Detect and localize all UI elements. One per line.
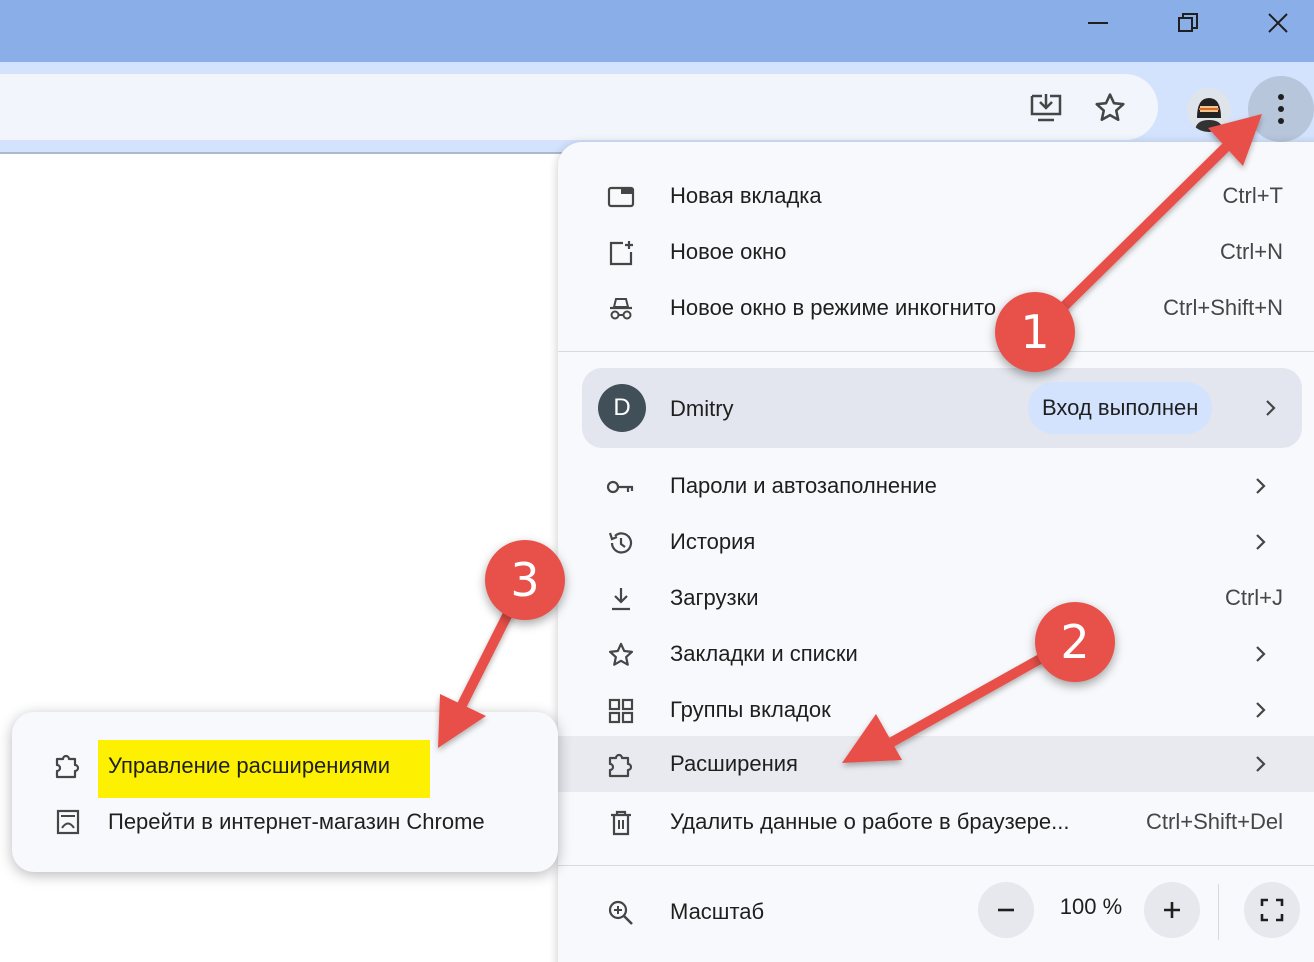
- history-icon: [606, 528, 636, 558]
- menu-item-label: Загрузки: [670, 585, 759, 610]
- extensions-submenu: Управление расширениями Перейти в интерн…: [12, 712, 558, 872]
- menu-item-new-window[interactable]: Новое окно Ctrl+N: [558, 224, 1314, 280]
- signed-in-badge: Вход выполнен: [1028, 382, 1213, 434]
- menu-item-shortcut: Ctrl+T: [1222, 183, 1284, 208]
- incognito-icon: [606, 294, 636, 324]
- address-bar[interactable]: [0, 74, 1158, 140]
- menu-item-label: Новое окно: [670, 239, 787, 264]
- plus-icon: [1164, 902, 1180, 918]
- submenu-item-web-store[interactable]: Перейти в интернет-магазин Chrome: [12, 794, 558, 850]
- bookmark-star-button[interactable]: [1088, 88, 1132, 128]
- web-store-icon: [52, 806, 84, 838]
- zoom-in-button[interactable]: [1144, 882, 1200, 938]
- profile-avatar-button[interactable]: [1187, 88, 1231, 132]
- chrome-main-menu: Новая вкладка Ctrl+T Новое окно Ctrl+N Н…: [558, 142, 1314, 962]
- star-icon: [606, 640, 636, 670]
- callout-badge: 3: [485, 540, 565, 620]
- fullscreen-icon: [1260, 898, 1284, 922]
- zoom-level-value: 100 %: [1059, 894, 1123, 919]
- menu-item-incognito[interactable]: Новое окно в режиме инкогнито Ctrl+Shift…: [558, 280, 1314, 336]
- menu-item-label: Закладки и списки: [670, 641, 858, 666]
- menu-item-shortcut: Ctrl+J: [1224, 585, 1283, 610]
- menu-item-label: Новое окно в режиме инкогнито: [670, 295, 997, 320]
- menu-profile-row[interactable]: D Dmitry Вход выполнен: [582, 368, 1302, 448]
- menu-item-passwords[interactable]: Пароли и автозаполнение: [558, 458, 1314, 514]
- menu-item-extensions[interactable]: Расширения: [558, 736, 1314, 792]
- menu-item-label: История: [670, 529, 756, 554]
- install-app-icon: [1030, 94, 1062, 122]
- minimize-button[interactable]: [1052, 0, 1144, 46]
- menu-item-label: Новая вкладка: [670, 183, 822, 208]
- menu-item-new-tab[interactable]: Новая вкладка Ctrl+T: [558, 168, 1314, 224]
- fullscreen-button[interactable]: [1244, 882, 1300, 938]
- new-tab-icon: [606, 182, 636, 212]
- menu-item-label: Удалить данные о работе в браузере...: [670, 809, 1070, 834]
- restore-button[interactable]: [1142, 0, 1234, 46]
- callout-badge: 1: [995, 292, 1075, 372]
- menu-item-label: Расширения: [670, 751, 798, 776]
- new-window-icon: [606, 238, 636, 268]
- kebab-menu-icon: [1278, 94, 1284, 124]
- puzzle-icon: [52, 750, 84, 782]
- close-icon: [1268, 13, 1288, 33]
- trash-icon: [606, 808, 636, 838]
- chrome-menu-button[interactable]: [1248, 76, 1314, 142]
- grid-icon: [606, 696, 636, 726]
- callout-badge: 2: [1035, 602, 1115, 682]
- menu-item-tab-groups[interactable]: Группы вкладок: [558, 682, 1314, 738]
- chevron-right-icon: [1256, 534, 1266, 550]
- browser-toolbar: [0, 62, 1314, 154]
- title-bar: [0, 0, 1314, 62]
- profile-avatar-icon: [1187, 88, 1231, 132]
- zoom-out-button[interactable]: [978, 882, 1034, 938]
- zoom-divider: [1218, 884, 1219, 940]
- menu-divider: [558, 865, 1314, 866]
- minus-icon: [998, 908, 1014, 912]
- menu-item-bookmarks[interactable]: Закладки и списки: [558, 626, 1314, 682]
- menu-item-clear-data[interactable]: Удалить данные о работе в браузере... Ct…: [558, 794, 1314, 850]
- chevron-right-icon: [1266, 400, 1276, 416]
- submenu-item-manage-extensions[interactable]: Управление расширениями: [12, 738, 558, 794]
- avatar: D: [598, 384, 646, 432]
- submenu-item-label: Перейти в интернет-магазин Chrome: [108, 809, 485, 834]
- chevron-right-icon: [1256, 702, 1266, 718]
- menu-divider: [558, 351, 1314, 352]
- submenu-item-label: Управление расширениями: [108, 753, 391, 778]
- chevron-right-icon: [1256, 646, 1266, 662]
- menu-item-label: Группы вкладок: [670, 697, 831, 722]
- menu-item-downloads[interactable]: Загрузки Ctrl+J: [558, 570, 1314, 626]
- install-app-button[interactable]: [1024, 90, 1068, 126]
- menu-item-history[interactable]: История: [558, 514, 1314, 570]
- menu-item-shortcut: Ctrl+Shift+N: [1163, 295, 1283, 320]
- close-window-button[interactable]: [1232, 0, 1314, 46]
- zoom-label: Масштаб: [670, 899, 765, 924]
- puzzle-icon: [606, 750, 636, 780]
- key-icon: [606, 472, 636, 502]
- menu-item-shortcut: Ctrl+Shift+Del: [1146, 809, 1283, 834]
- star-icon: [1095, 93, 1125, 122]
- chevron-right-icon: [1256, 756, 1266, 772]
- minimize-icon: [1088, 22, 1108, 24]
- menu-item-shortcut: Ctrl+N: [1220, 239, 1283, 264]
- download-icon: [606, 584, 636, 614]
- profile-name: Dmitry: [670, 396, 734, 421]
- restore-icon: [1178, 13, 1198, 32]
- zoom-icon: [606, 898, 636, 928]
- menu-item-label: Пароли и автозаполнение: [670, 473, 937, 498]
- chevron-right-icon: [1256, 478, 1266, 494]
- menu-item-zoom: Масштаб: [558, 884, 1314, 940]
